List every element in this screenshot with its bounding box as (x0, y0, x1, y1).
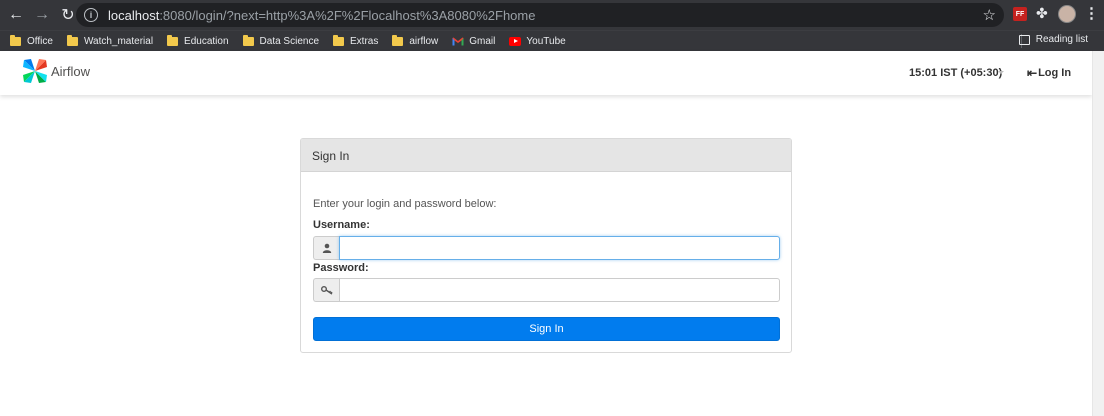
login-panel: Sign In Enter your login and password be… (300, 138, 792, 353)
folder-icon (167, 34, 179, 46)
bookmark-airflow[interactable]: airflow (392, 34, 439, 47)
folder-icon (242, 34, 254, 46)
address-bar[interactable]: i localhost:8080/login/?next=http%3A%2F%… (76, 3, 1004, 27)
sign-in-button[interactable]: Sign In (313, 317, 780, 341)
login-link[interactable]: ⇤ Log In (1027, 66, 1071, 80)
folder-icon (333, 34, 345, 46)
back-icon[interactable]: ← (3, 2, 29, 28)
bookmark-youtube[interactable]: YouTube (509, 35, 566, 47)
bookmark-label: YouTube (526, 35, 566, 47)
site-info-icon[interactable]: i (84, 8, 98, 22)
brand-link[interactable]: Airflow (22, 58, 90, 84)
browser-menu-icon[interactable]: ⋮ (1084, 4, 1099, 22)
panel-title: Sign In (301, 139, 791, 172)
folder-icon (392, 34, 404, 46)
bookmark-watch-material[interactable]: Watch_material (66, 34, 154, 47)
username-group (313, 236, 780, 260)
bookmark-label: Data Science (259, 35, 320, 47)
url-path: :8080/login/?next=http%3A%2F%2Flocalhost… (159, 7, 536, 23)
password-label: Password: (313, 262, 369, 274)
reading-list-button[interactable]: Reading list (1018, 34, 1088, 45)
login-instruction: Enter your login and password below: (313, 198, 497, 210)
bookmark-office[interactable]: Office (10, 34, 53, 47)
server-clock[interactable]: 15:01 IST (+05:30) (909, 67, 1002, 79)
username-input[interactable] (339, 236, 780, 260)
key-icon (313, 278, 339, 302)
bookmark-label: Office (27, 35, 53, 47)
reading-list-icon (1018, 34, 1030, 45)
forward-icon[interactable]: → (29, 2, 55, 28)
gmail-icon (452, 37, 464, 45)
bookmark-education[interactable]: Education (167, 34, 229, 47)
url-text[interactable]: localhost:8080/login/?next=http%3A%2F%2F… (108, 8, 535, 23)
bookmark-label: Education (184, 35, 229, 47)
folder-icon (66, 34, 78, 46)
browser-toolbar: ← → ↻ i localhost:8080/login/?next=http%… (0, 0, 1104, 30)
profile-avatar[interactable] (1058, 5, 1076, 23)
extensions-puzzle-icon[interactable]: ✤ (1036, 5, 1048, 22)
bookmarks-bar: Office Watch_material Education Data Sci… (0, 30, 1104, 51)
bookmark-data-science[interactable]: Data Science (242, 34, 320, 47)
bookmark-label: Gmail (469, 35, 496, 47)
youtube-icon (509, 36, 522, 46)
reading-list-label: Reading list (1035, 34, 1088, 45)
bookmark-extras[interactable]: Extras (333, 34, 379, 47)
password-group (313, 278, 780, 302)
username-label: Username: (313, 219, 370, 231)
bookmark-star-icon[interactable]: ☆ (983, 6, 996, 24)
app-navbar: Airflow 15:01 IST (+05:30) ⇤ Log In (0, 51, 1092, 95)
bookmark-label: Extras (350, 35, 379, 47)
bookmark-label: airflow (409, 35, 439, 47)
folder-icon (10, 34, 21, 46)
password-input[interactable] (339, 278, 780, 302)
chevron-down-icon[interactable] (998, 71, 1004, 74)
user-icon (313, 236, 339, 260)
bookmark-label: Watch_material (83, 35, 154, 47)
brand-name: Airflow (51, 63, 91, 79)
airflow-pinwheel-icon (23, 59, 47, 83)
page-scrollbar[interactable] (1092, 51, 1104, 416)
extension-ff-icon[interactable]: FF (1013, 7, 1027, 21)
login-label: Log In (1038, 67, 1072, 79)
bookmark-gmail[interactable]: Gmail (452, 36, 495, 47)
sign-in-icon: ⇤ (1027, 66, 1038, 80)
url-host: localhost (108, 7, 160, 23)
